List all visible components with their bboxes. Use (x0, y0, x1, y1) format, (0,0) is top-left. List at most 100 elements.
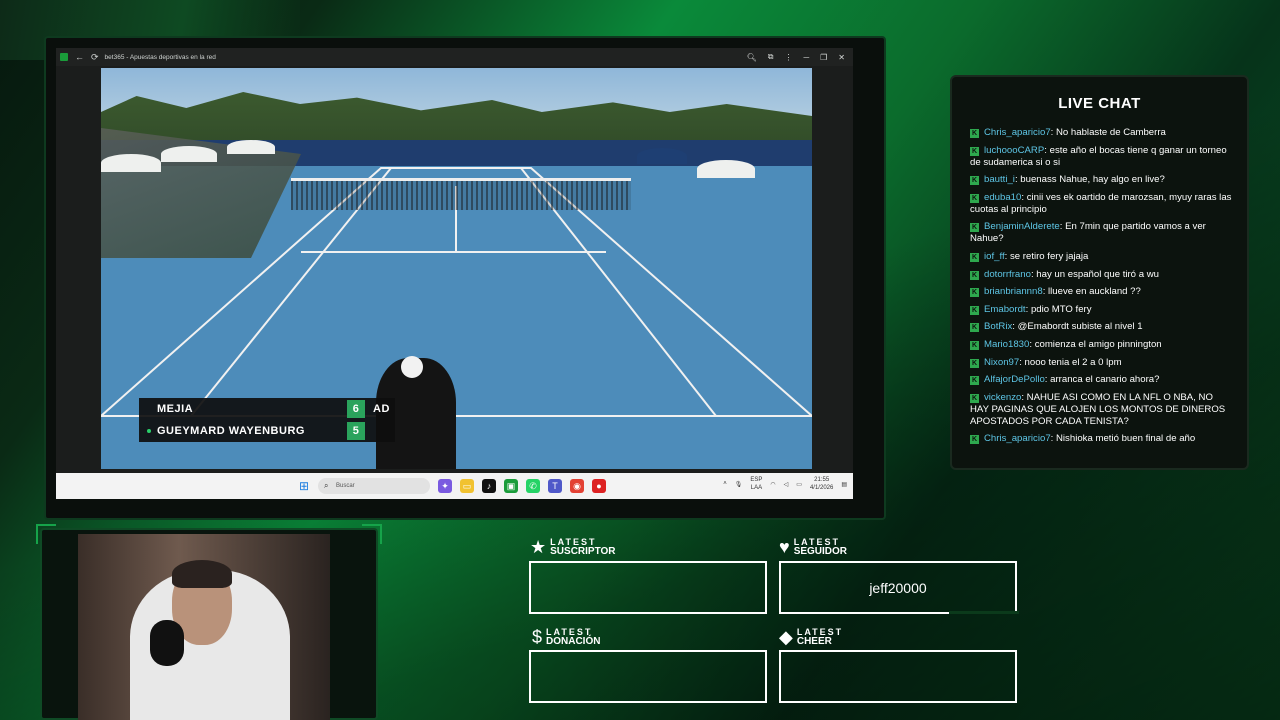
player-name: GUEYMARD WAYENBURG (157, 425, 305, 437)
chat-username: BenjaminAlderete (984, 221, 1060, 233)
label-line2: SUSCRIPTOR (550, 546, 616, 557)
language-indicator[interactable]: ESP LAA (750, 476, 762, 492)
browser-window: ← ⟳ bet365 - Apuestas deportivas en la r… (56, 48, 853, 499)
streamer-hair (172, 560, 232, 588)
heart-icon: ♥ (779, 537, 790, 557)
clock-date: 4/1/2026 (809, 485, 834, 491)
bet365-app-icon[interactable]: ▣ (504, 479, 518, 493)
lang-top: ESP (750, 477, 763, 483)
extensions-icon[interactable]: ⧉ (768, 52, 774, 62)
search-placeholder: Buscar (336, 483, 355, 489)
chat-message: Kiof_ff: se retiro fery jajaja (970, 250, 1089, 262)
browser-titlebar: ← ⟳ bet365 - Apuestas deportivas en la r… (56, 48, 853, 66)
latest-suscriptor-label: ★ LATEST SUSCRIPTOR (530, 537, 616, 557)
minimize-icon[interactable]: ─ (803, 53, 809, 62)
clock[interactable]: 21:55 4/1/2026 (810, 476, 833, 492)
label-line2: CHEER (796, 636, 832, 647)
chat-username: luchoooCARP (984, 144, 1045, 156)
file-explorer-icon[interactable]: ▭ (460, 479, 474, 493)
tiktok-icon[interactable]: ♪ (482, 479, 496, 493)
back-icon[interactable]: ← (75, 48, 84, 66)
copilot-icon[interactable]: ✦ (438, 479, 452, 493)
reload-icon[interactable]: ⟳ (91, 48, 99, 66)
star-icon: ★ (530, 537, 547, 557)
kick-badge-icon: K (970, 270, 979, 280)
chat-text: nooo tenia el 2 a 0 lpm (1024, 356, 1122, 368)
teams-icon[interactable]: T (548, 479, 562, 493)
chat-title: LIVE CHAT (1058, 95, 1141, 112)
kick-badge-icon: K (970, 288, 979, 298)
chat-username: BotRix (984, 321, 1013, 333)
kick-badge-icon: K (970, 146, 979, 156)
chat-username: Mario1830 (984, 338, 1030, 350)
box-accent (949, 611, 1019, 614)
close-icon[interactable]: ✕ (838, 53, 845, 62)
wifi-icon[interactable]: ◠ (770, 481, 775, 488)
chat-username: Chris_aparicio7 (984, 127, 1051, 138)
player-name: MEJIA (157, 403, 194, 415)
zoom-icon[interactable]: 🔍︎ (747, 53, 757, 62)
chat-message: K Chris_aparicio7: Nishioka metió buen fi… (970, 433, 1196, 445)
chat-text: llueve en auckland ?? (1048, 286, 1141, 298)
chat-username: AlfajorDePollo (984, 374, 1045, 386)
chat-username: dotorrfrano (984, 268, 1031, 280)
chat-text: Nishioka metió buen final de año (1056, 433, 1196, 445)
point-score: AD (373, 403, 390, 415)
taskbar-search[interactable]: ⌕ Buscar (318, 478, 430, 494)
windows-taskbar: ⊞ ⌕ Buscar ✦ ▭ ♪ ▣ ✆ T ◉ ● ˄ 🎙︎ ESP LAA … (56, 473, 853, 499)
chat-message: K Emabordt: pdio MTO fery (970, 303, 1092, 315)
chat-message: K Mario1830: comienza el amigo pinnington (970, 338, 1162, 350)
whatsapp-icon[interactable]: ✆ (526, 479, 540, 493)
kick-badge-icon: K (970, 176, 979, 186)
umbrella (227, 140, 275, 154)
chat-username: eduba10 (984, 191, 1022, 203)
cam-corner-decoration (36, 524, 56, 544)
label-line2: DONACIÓN (546, 636, 601, 647)
chat-message: Kdotorrfrano: hay un español que tiró a … (970, 268, 1159, 280)
player-cap (401, 356, 423, 378)
latest-suscriptor-value (531, 563, 765, 612)
chat-message: KluchoooCARP: este año el bocas tiene q … (970, 144, 1227, 168)
restore-icon[interactable]: ❐ (820, 53, 827, 62)
chat-text: No hablaste de Camberra (1056, 127, 1166, 138)
tennis-net (291, 178, 631, 210)
latest-seguidor-box: jeff20000 (779, 561, 1019, 614)
label-line2: SEGUIDOR (793, 546, 848, 557)
latest-cheer-value (781, 652, 1015, 701)
kick-badge-icon: K (970, 393, 979, 403)
chat-username: Chris_aparicio7 (984, 433, 1051, 445)
system-tray: ˄ 🎙︎ ESP LAA ◠ ◁ ▭ 21:55 4/1/2026 ▤ (723, 476, 847, 492)
battery-icon[interactable]: ▭ (796, 481, 802, 488)
cam-corner-decoration (362, 524, 382, 544)
umbrella (637, 148, 687, 164)
bet365-favicon-icon (60, 53, 68, 61)
chrome-icon[interactable]: ◉ (570, 479, 584, 493)
latest-cheer-box (779, 650, 1017, 703)
scoreboard: MEJIA 6 AD GUEYMARD WAYENBURG 5 (139, 398, 395, 442)
chat-username: iof_ff (984, 250, 1005, 262)
tab-title: bet365 - Apuestas deportivas en la red (104, 53, 216, 61)
notification-icon[interactable]: ▤ (841, 481, 847, 488)
chat-text: buenass Nahue, hay algo en live? (1020, 174, 1165, 186)
chat-message: K AlfajorDePollo: arranca el canario ahor… (970, 374, 1160, 386)
microphone (150, 620, 184, 666)
kick-badge-icon: K (970, 129, 979, 138)
chat-text: comienza el amigo pinnington (1034, 338, 1162, 350)
tennis-video-stream[interactable]: MEJIA 6 AD GUEYMARD WAYENBURG 5 (101, 68, 812, 469)
chat-text: se retiro fery jajaja (1009, 250, 1089, 262)
chat-text: arranca el canario ahora? (1050, 374, 1160, 386)
chat-message: Keduba10: cinii ves ek oartido de marozs… (970, 191, 1232, 215)
volume-icon[interactable]: ◁ (784, 481, 789, 488)
chat-messages: K Chris_aparicio7: No hablaste de Camberr… (970, 127, 1234, 451)
latest-seguidor-value: jeff20000 (869, 579, 927, 596)
app-icon[interactable]: ● (592, 479, 606, 493)
mic-icon[interactable]: 🎙︎ (735, 481, 743, 488)
chat-message: Kbautti_i: buenass Nahue, hay algo en li… (970, 174, 1165, 186)
diamond-icon: ◆ (779, 627, 793, 647)
kick-badge-icon: K (970, 358, 979, 368)
chat-text: pdio MTO fery (1030, 303, 1092, 315)
windows-start-icon[interactable]: ⊞ (299, 480, 311, 492)
more-icon[interactable]: ⋮ (784, 53, 792, 62)
chevron-up-icon[interactable]: ˄ (723, 481, 727, 487)
latest-suscriptor-box (529, 561, 767, 614)
